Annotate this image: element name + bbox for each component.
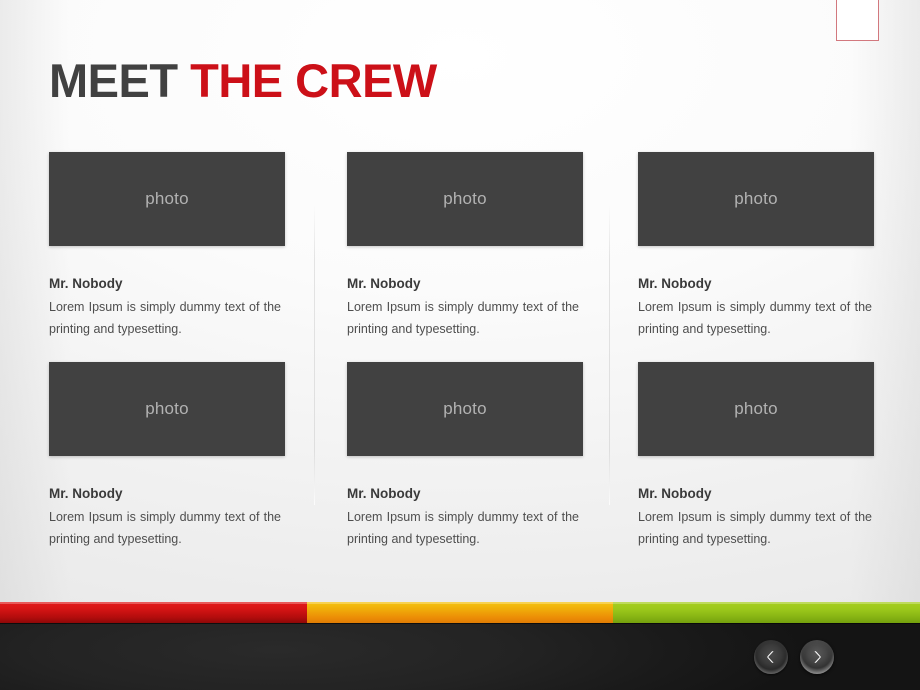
member-description: Lorem Ipsum is simply dummy text of the … <box>638 510 872 546</box>
page-title-accent: THE CREW <box>190 54 437 107</box>
team-member-card[interactable]: photo Mr. Nobody Lorem Ipsum is simply d… <box>347 152 583 340</box>
photo-placeholder[interactable]: photo <box>347 152 583 246</box>
color-bar-green-segment <box>613 602 920 623</box>
photo-placeholder[interactable]: photo <box>49 362 285 456</box>
photo-placeholder[interactable]: photo <box>638 152 874 246</box>
team-member-card[interactable]: photo Mr. Nobody Lorem Ipsum is simply d… <box>638 362 874 550</box>
member-description: Lorem Ipsum is simply dummy text of the … <box>49 510 281 546</box>
color-bar-red-segment <box>0 602 307 623</box>
member-name: Mr. Nobody <box>49 276 123 291</box>
member-description: Lorem Ipsum is simply dummy text of the … <box>638 300 872 336</box>
slide-footer <box>0 623 920 690</box>
team-member-card[interactable]: photo Mr. Nobody Lorem Ipsum is simply d… <box>638 152 874 340</box>
team-member-card[interactable]: photo Mr. Nobody Lorem Ipsum is simply d… <box>49 152 285 340</box>
member-name: Mr. Nobody <box>638 276 712 291</box>
photo-placeholder[interactable]: photo <box>638 362 874 456</box>
photo-placeholder-label: photo <box>443 399 487 418</box>
team-member-card[interactable]: photo Mr. Nobody Lorem Ipsum is simply d… <box>347 362 583 550</box>
chevron-left-icon <box>764 650 778 664</box>
photo-placeholder-label: photo <box>734 189 778 208</box>
team-grid: photo Mr. Nobody Lorem Ipsum is simply d… <box>49 152 874 546</box>
member-description: Lorem Ipsum is simply dummy text of the … <box>347 300 579 336</box>
page-title: MEET THE CREW <box>49 52 437 110</box>
column-divider-2 <box>609 205 610 505</box>
photo-placeholder[interactable]: photo <box>347 362 583 456</box>
slide-canvas: MEET THE CREW photo Mr. Nobody Lorem Ips… <box>0 0 920 690</box>
member-description: Lorem Ipsum is simply dummy text of the … <box>347 510 579 546</box>
photo-placeholder-label: photo <box>734 399 778 418</box>
team-member-card[interactable]: photo Mr. Nobody Lorem Ipsum is simply d… <box>49 362 285 550</box>
member-name: Mr. Nobody <box>638 486 712 501</box>
slide-navigation <box>754 640 834 674</box>
member-name: Mr. Nobody <box>347 486 421 501</box>
column-divider-1 <box>314 205 315 505</box>
photo-placeholder[interactable]: photo <box>49 152 285 246</box>
color-bar-orange-segment <box>307 602 613 623</box>
next-slide-button[interactable] <box>800 640 834 674</box>
photo-placeholder-label: photo <box>145 399 189 418</box>
color-bar-sheen <box>0 602 920 604</box>
member-name: Mr. Nobody <box>49 486 123 501</box>
prev-slide-button[interactable] <box>754 640 788 674</box>
corner-tag <box>836 0 879 41</box>
photo-placeholder-label: photo <box>443 189 487 208</box>
accent-color-bar <box>0 602 920 623</box>
page-title-primary: MEET <box>49 54 191 107</box>
photo-placeholder-label: photo <box>145 189 189 208</box>
member-description: Lorem Ipsum is simply dummy text of the … <box>49 300 281 336</box>
chevron-right-icon <box>810 650 824 664</box>
member-name: Mr. Nobody <box>347 276 421 291</box>
